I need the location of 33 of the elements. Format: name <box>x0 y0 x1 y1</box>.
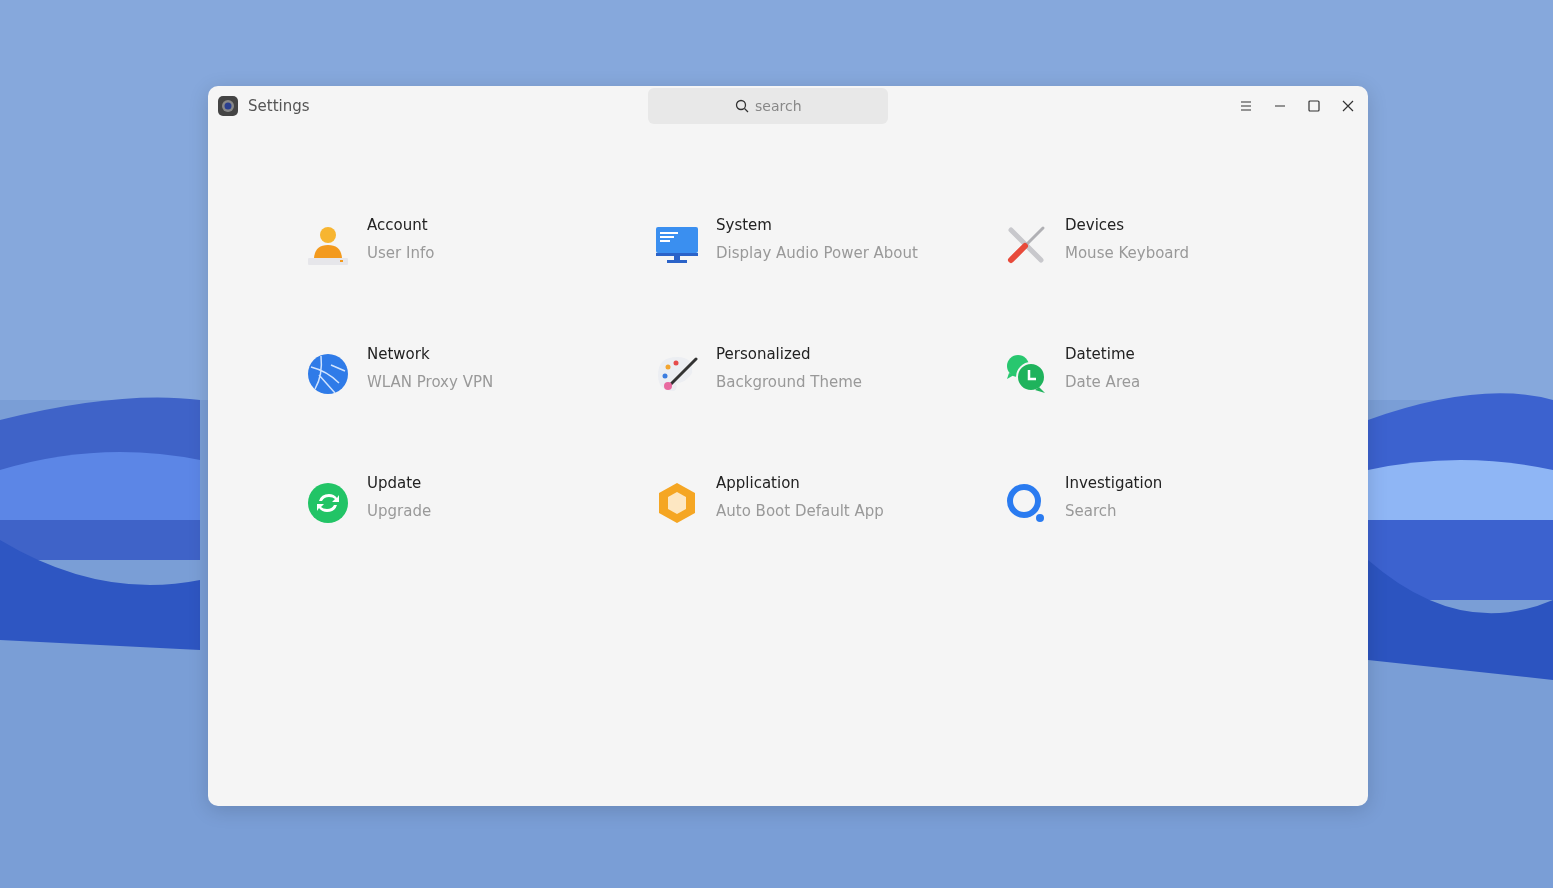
refresh-icon <box>307 482 349 524</box>
globe-icon <box>307 353 349 395</box>
category-subtitle: Display Audio Power About <box>716 244 918 262</box>
category-subtitle: Mouse Keyboard <box>1065 244 1189 262</box>
category-subtitle: WLAN Proxy VPN <box>367 373 494 391</box>
category-title[interactable]: Account <box>367 216 435 234</box>
maximize-icon <box>1307 99 1321 113</box>
gear-icon <box>218 96 238 116</box>
category-subtitle: Auto Boot Default App <box>716 502 884 520</box>
category-subtitle: User Info <box>367 244 435 262</box>
category-title[interactable]: Datetime <box>1065 345 1141 363</box>
category-title[interactable]: Update <box>367 474 432 492</box>
category-title[interactable]: System <box>716 216 918 234</box>
user-icon <box>307 224 349 266</box>
search-field[interactable]: search <box>648 88 888 124</box>
chat-clock-icon <box>1005 353 1047 395</box>
window-title: Settings <box>248 97 310 115</box>
search-icon <box>1005 482 1047 524</box>
category-subtitle: Background Theme <box>716 373 862 391</box>
tools-icon <box>1005 224 1047 266</box>
category-title[interactable]: Application <box>716 474 884 492</box>
menu-icon <box>1239 99 1253 113</box>
category-subtitle: Search <box>1065 502 1118 520</box>
category-title[interactable]: Network <box>367 345 494 363</box>
monitor-icon <box>656 224 698 266</box>
hexagon-icon <box>656 482 698 524</box>
category-title[interactable]: Investigation <box>1065 474 1163 492</box>
search-icon <box>735 99 749 113</box>
category-subtitle: Upgrade <box>367 502 432 520</box>
close-icon <box>1341 99 1355 113</box>
category-title[interactable]: Devices <box>1065 216 1189 234</box>
category-title[interactable]: Personalized <box>716 345 862 363</box>
category-subtitle: Date Area <box>1065 373 1141 391</box>
